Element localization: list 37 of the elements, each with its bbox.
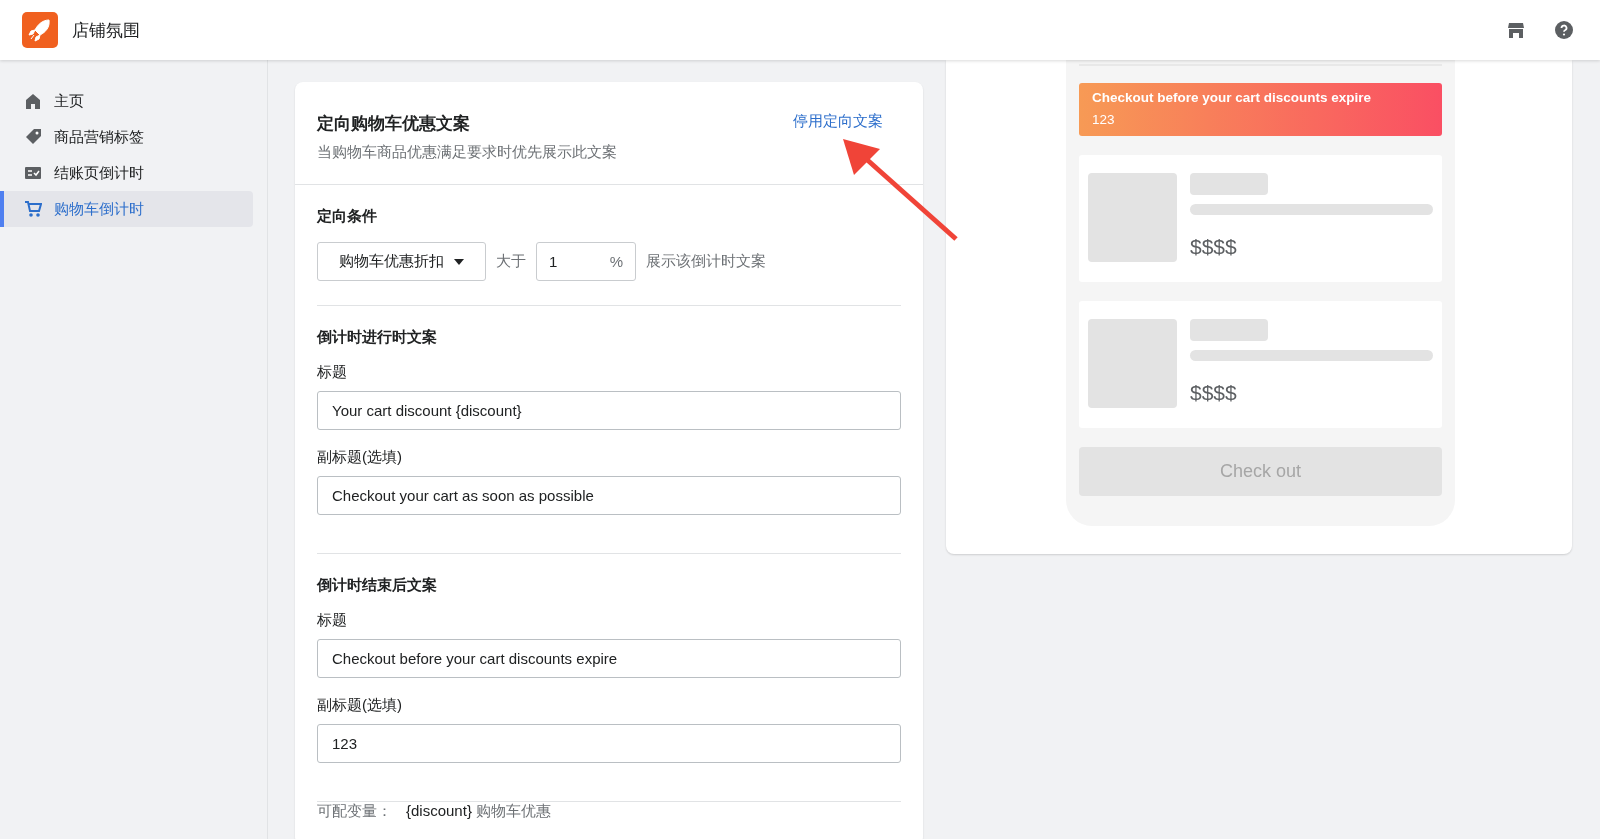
variables-label: 可配变量： xyxy=(317,802,392,821)
sidebar-item[interactable]: 购物车倒计时 xyxy=(0,191,253,227)
checklist-icon xyxy=(24,164,42,182)
text-field[interactable]: 123 xyxy=(317,724,901,763)
caret-icon xyxy=(454,258,464,265)
condition-text: 展示该倒计时文案 xyxy=(646,252,766,271)
section-heading: 定向条件 xyxy=(317,207,378,226)
banner-title: Checkout before your cart discounts expire xyxy=(1092,90,1373,105)
section-heading: 倒计时进行时文案 xyxy=(317,328,438,347)
section-heading: 倒计时结束后文案 xyxy=(317,576,438,595)
banner-subtitle: 123 xyxy=(1092,112,1116,127)
home-icon xyxy=(24,92,42,110)
condition-text: 大于 xyxy=(496,252,526,271)
product-price: $$$$ xyxy=(1190,381,1238,405)
condition-select[interactable]: 购物车优惠折扣 xyxy=(317,242,486,281)
tag-icon xyxy=(24,128,42,146)
field-label: 副标题(选填) xyxy=(317,696,403,715)
rocket-logo-icon xyxy=(22,12,58,48)
sidebar-item[interactable]: 主页 xyxy=(0,83,253,119)
sidebar-item[interactable]: 结账页倒计时 xyxy=(0,155,253,191)
sidebar-item[interactable]: 商品营销标签 xyxy=(0,119,253,155)
product-price: $$$$ xyxy=(1190,235,1238,259)
app-title: 店铺氛围 xyxy=(72,19,141,42)
card-title: 定向购物车优惠文案 xyxy=(317,113,471,135)
variable-description: {discount} 购物车优惠 xyxy=(406,802,552,821)
text-field[interactable]: Checkout your cart as soon as possible xyxy=(317,476,901,515)
text-field[interactable]: Your cart discount {discount} xyxy=(317,391,901,430)
card-description: 当购物车商品优惠满足要求时优先展示此文案 xyxy=(317,143,618,162)
store-icon[interactable] xyxy=(1506,20,1526,40)
field-label: 标题 xyxy=(317,611,348,630)
cart-icon xyxy=(24,200,42,218)
help-icon[interactable] xyxy=(1554,20,1574,40)
text-field[interactable]: Checkout before your cart discounts expire xyxy=(317,639,901,678)
field-label: 标题 xyxy=(317,363,348,382)
disable-link[interactable]: 停用定向文案 xyxy=(793,112,883,135)
field-label: 副标题(选填) xyxy=(317,448,403,467)
percent-field[interactable]: 1 % xyxy=(536,242,636,281)
